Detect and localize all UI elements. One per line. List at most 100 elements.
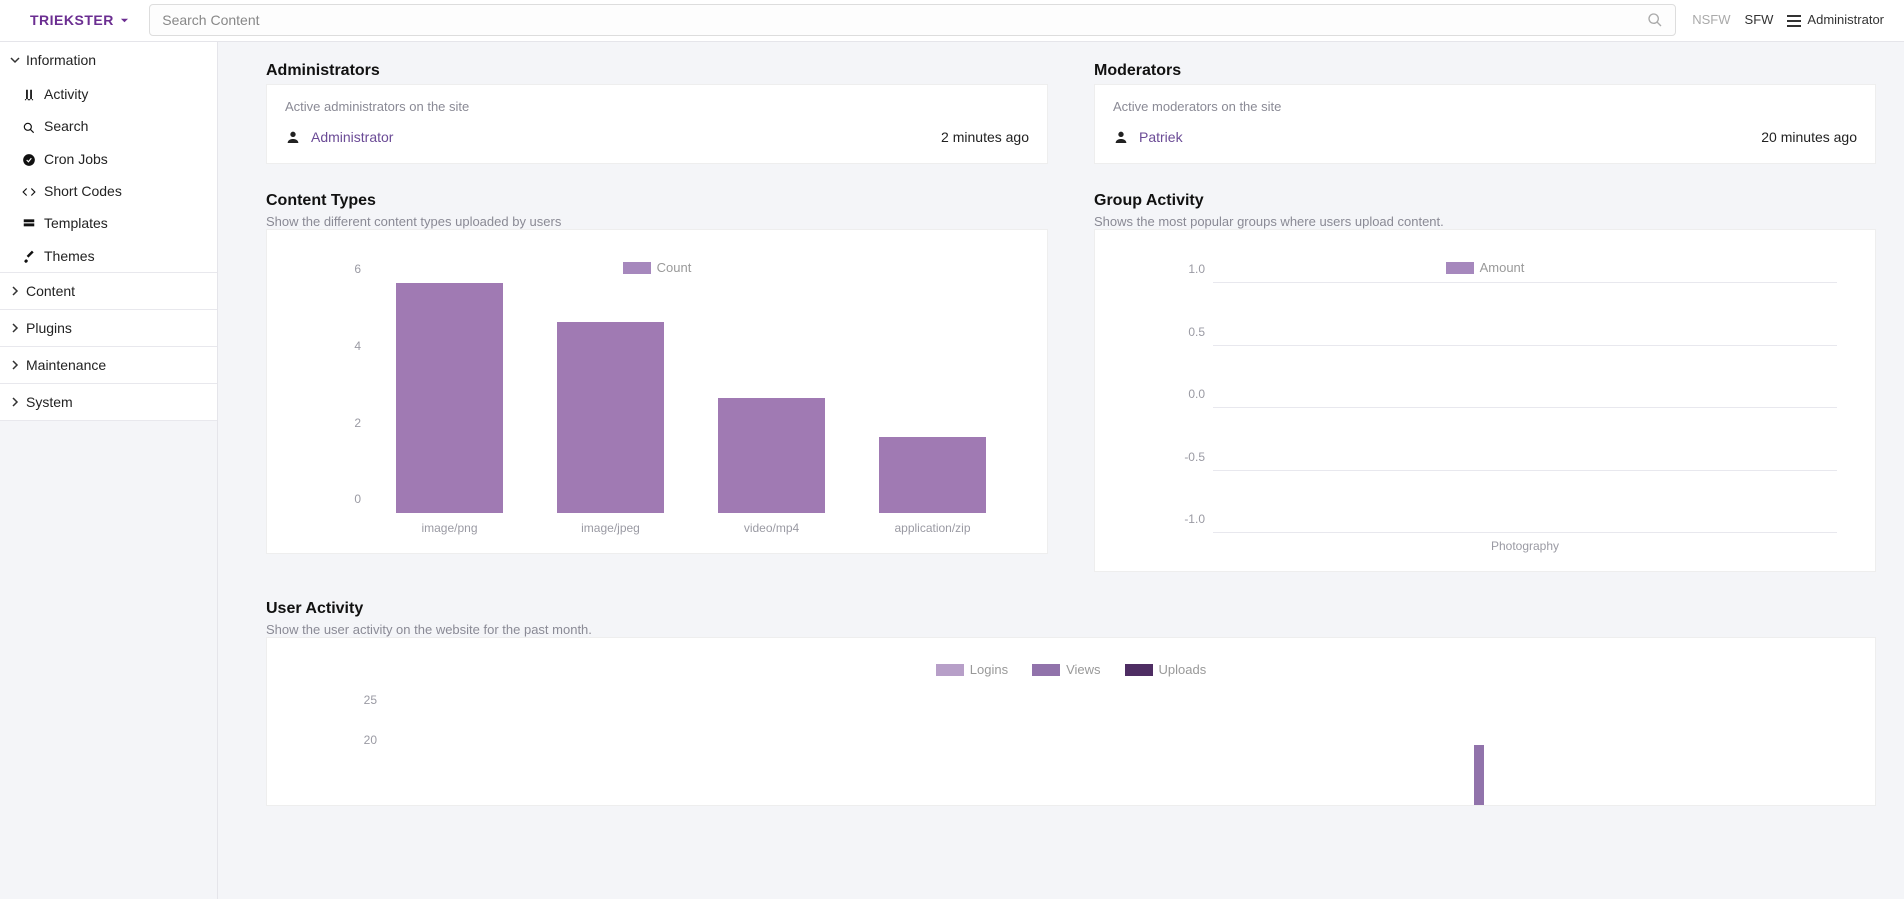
- y-tick: 0.5: [1165, 325, 1205, 339]
- sidebar-section-label: Content: [26, 283, 75, 299]
- activity-icon: [22, 86, 36, 102]
- admin-row: Administrator 2 minutes ago: [285, 128, 1029, 145]
- legend-swatch-icon: [1125, 664, 1153, 676]
- chevron-right-icon: [10, 285, 20, 297]
- chevron-down-icon: [10, 54, 20, 66]
- card-subtitle: Shows the most popular groups where user…: [1094, 214, 1876, 229]
- main-content: Administrators Active administrators on …: [218, 42, 1904, 899]
- x-label: video/mp4: [691, 513, 852, 535]
- card-title: User Activity: [266, 600, 1876, 618]
- sidebar-section-content[interactable]: Content: [0, 273, 217, 309]
- y-tick: 25: [337, 693, 377, 707]
- search-small-icon: [22, 118, 36, 134]
- user-icon: [285, 128, 301, 145]
- sidebar-item-themes[interactable]: Themes: [0, 239, 217, 271]
- legend-swatch-icon: [623, 262, 651, 274]
- sidebar-section-plugins[interactable]: Plugins: [0, 310, 217, 346]
- chart-legend: Logins Views Uploads: [285, 662, 1857, 677]
- nsfw-toggle[interactable]: NSFW: [1692, 12, 1730, 27]
- bar: [396, 283, 502, 513]
- sidebar: Information Activity Search Cron Jobs S: [0, 42, 218, 899]
- sidebar-section-system[interactable]: System: [0, 384, 217, 420]
- x-label: image/png: [369, 513, 530, 535]
- card-subtitle: Show the different content types uploade…: [266, 214, 1048, 229]
- chevron-right-icon: [10, 322, 20, 334]
- search-input[interactable]: [149, 4, 1676, 36]
- legend-swatch-icon: [1446, 262, 1474, 274]
- caret-down-icon: [120, 12, 129, 28]
- card-title: Group Activity: [1094, 192, 1876, 210]
- chevron-right-icon: [10, 396, 20, 408]
- x-label: application/zip: [852, 513, 1013, 535]
- content-types-chart: 0246image/pngimage/jpegvideo/mp4applicat…: [285, 283, 1029, 535]
- brand-menu[interactable]: TRIEKSTER: [12, 12, 137, 28]
- sidebar-section-maintenance[interactable]: Maintenance: [0, 347, 217, 383]
- sidebar-item-search[interactable]: Search: [0, 110, 217, 142]
- y-tick: 20: [337, 733, 377, 747]
- sidebar-item-cron-jobs[interactable]: Cron Jobs: [0, 143, 217, 175]
- sidebar-section-label: Information: [26, 52, 96, 68]
- user-menu[interactable]: Administrator: [1787, 12, 1884, 27]
- x-label: image/jpeg: [530, 513, 691, 535]
- card-title: Moderators: [1094, 62, 1876, 80]
- check-circle-icon: [22, 151, 36, 167]
- sfw-toggle[interactable]: SFW: [1745, 12, 1774, 27]
- sidebar-item-short-codes[interactable]: Short Codes: [0, 175, 217, 207]
- y-tick: 0.0: [1165, 387, 1205, 401]
- legend-label: Uploads: [1159, 662, 1207, 677]
- group-activity-chart: -1.0-0.50.00.51.0Photography: [1113, 283, 1857, 553]
- card-subtitle: Active moderators on the site: [1113, 99, 1857, 114]
- search-icon: [1647, 11, 1663, 26]
- search-button[interactable]: [1638, 4, 1672, 36]
- sidebar-section-label: System: [26, 394, 73, 410]
- sidebar-item-label: Search: [44, 118, 88, 134]
- y-tick: 2: [333, 416, 361, 430]
- bar: [1474, 745, 1484, 805]
- sidebar-item-label: Cron Jobs: [44, 151, 108, 167]
- sidebar-item-label: Templates: [44, 215, 108, 231]
- mod-user-link[interactable]: Patriek: [1139, 129, 1183, 145]
- admin-time: 2 minutes ago: [941, 129, 1029, 145]
- user-menu-label: Administrator: [1807, 12, 1884, 27]
- user-icon: [1113, 128, 1129, 145]
- legend-label: Count: [657, 260, 692, 275]
- card-subtitle: Active administrators on the site: [285, 99, 1029, 114]
- y-tick: 4: [333, 339, 361, 353]
- bar: [557, 322, 663, 514]
- search-wrap: [149, 4, 1676, 36]
- x-label: Photography: [1213, 533, 1837, 553]
- moderators-section: Moderators Active moderators on the site…: [1094, 62, 1876, 164]
- card-title: Administrators: [266, 62, 1048, 80]
- chart-legend: Count: [285, 260, 1029, 275]
- sidebar-item-label: Short Codes: [44, 183, 122, 199]
- templates-icon: [22, 215, 36, 231]
- y-tick: -1.0: [1165, 512, 1205, 526]
- sidebar-item-activity[interactable]: Activity: [0, 78, 217, 110]
- bar: [718, 398, 824, 513]
- sidebar-section-label: Maintenance: [26, 357, 106, 373]
- header-right: NSFW SFW Administrator: [1688, 12, 1892, 27]
- y-tick: 0: [333, 492, 361, 506]
- user-activity-chart: 25 20: [285, 685, 1857, 805]
- sidebar-section-information[interactable]: Information: [0, 42, 217, 78]
- card-title: Content Types: [266, 192, 1048, 210]
- card-subtitle: Show the user activity on the website fo…: [266, 622, 1876, 637]
- group-activity-section: Group Activity Shows the most popular gr…: [1094, 192, 1876, 572]
- mod-row: Patriek 20 minutes ago: [1113, 128, 1857, 145]
- sidebar-item-templates[interactable]: Templates: [0, 207, 217, 239]
- user-activity-section: User Activity Show the user activity on …: [266, 600, 1876, 806]
- administrators-section: Administrators Active administrators on …: [266, 62, 1048, 164]
- menu-icon: [1787, 12, 1801, 27]
- sidebar-item-label: Themes: [44, 248, 95, 264]
- code-icon: [22, 183, 36, 199]
- legend-label: Amount: [1480, 260, 1525, 275]
- brand-name: TRIEKSTER: [30, 12, 114, 28]
- y-tick: 6: [333, 262, 361, 276]
- chart-legend: Amount: [1113, 260, 1857, 275]
- sidebar-section-label: Plugins: [26, 320, 72, 336]
- admin-user-link[interactable]: Administrator: [311, 129, 393, 145]
- y-tick: -0.5: [1165, 450, 1205, 464]
- sidebar-information-list: Activity Search Cron Jobs Short Codes Te…: [0, 78, 217, 272]
- content-types-section: Content Types Show the different content…: [266, 192, 1048, 572]
- header: TRIEKSTER NSFW SFW Administrator: [0, 0, 1904, 42]
